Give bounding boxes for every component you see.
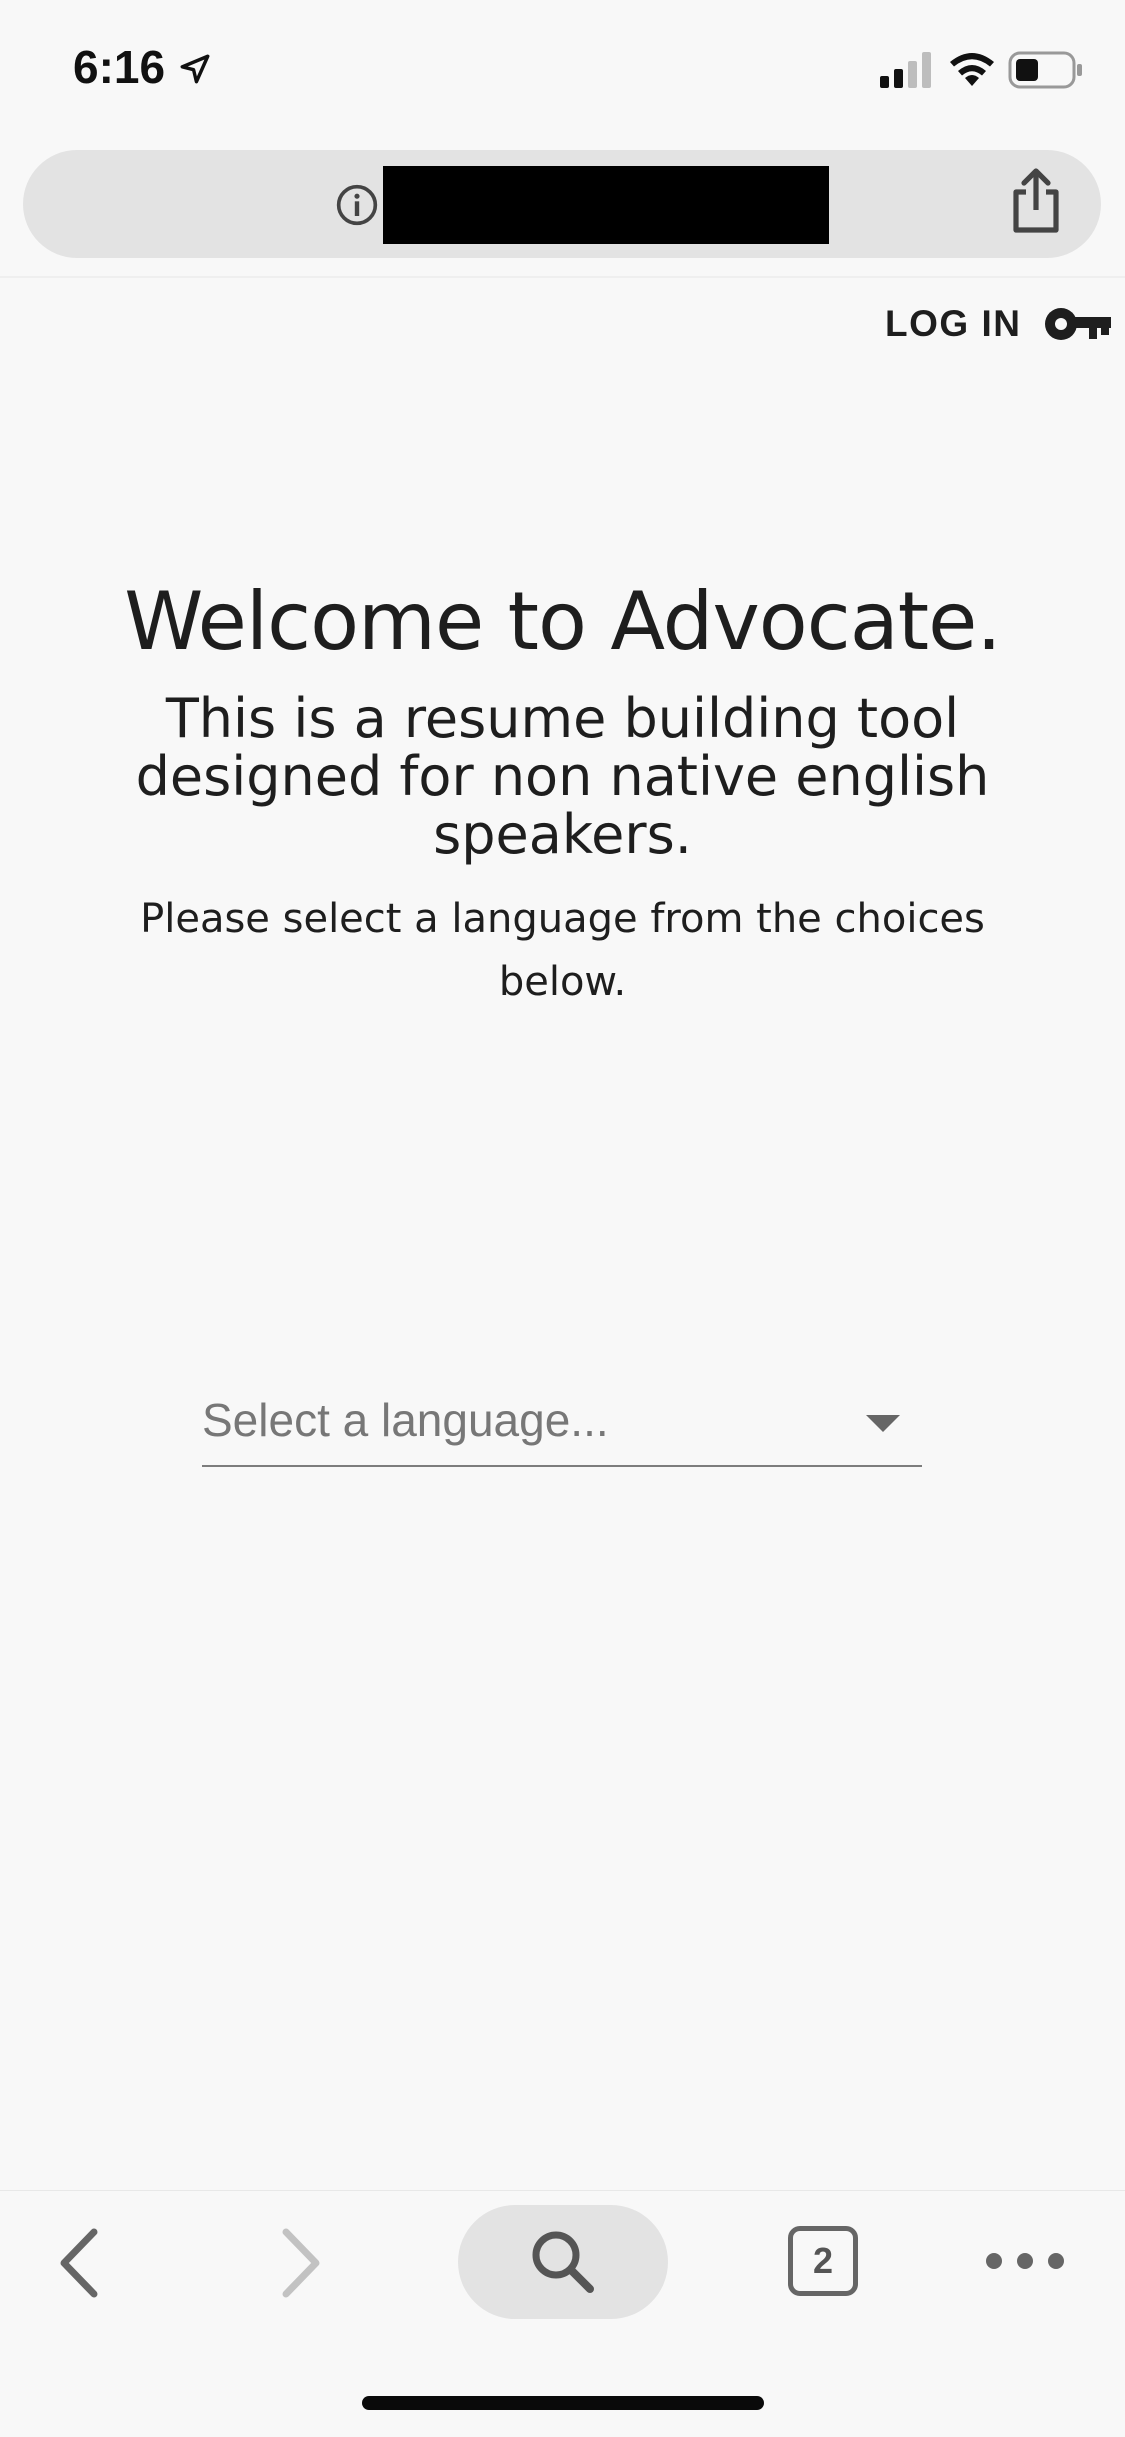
location-arrow-icon xyxy=(180,54,210,84)
instructions-text: Please select a language from the choice… xyxy=(140,896,985,1005)
cellular-signal-icon xyxy=(880,52,931,88)
search-icon xyxy=(532,2231,594,2293)
key-icon xyxy=(1045,308,1112,340)
page-subtitle: This is a resume building tool designed … xyxy=(135,687,990,866)
status-bar: 6:16 xyxy=(0,0,1125,140)
status-time: 6:16 xyxy=(73,41,166,93)
back-button[interactable] xyxy=(50,2218,110,2308)
more-button[interactable] xyxy=(982,2245,1068,2277)
forward-button[interactable] xyxy=(270,2218,330,2308)
wifi-icon xyxy=(950,53,994,86)
language-select-placeholder: Select a language... xyxy=(202,1394,609,1446)
login-label: LOG IN xyxy=(885,303,1022,344)
language-select[interactable]: Select a language... xyxy=(202,1385,922,1467)
tabs-button[interactable]: 2 xyxy=(788,2226,858,2296)
home-indicator xyxy=(362,2396,764,2410)
battery-icon xyxy=(1008,51,1082,89)
share-icon[interactable] xyxy=(1008,168,1064,234)
page-title: Welcome to Advocate. xyxy=(124,575,1002,668)
info-icon[interactable] xyxy=(335,183,379,227)
url-text-redacted[interactable] xyxy=(383,166,829,244)
chevron-down-icon xyxy=(866,1415,900,1432)
page-divider xyxy=(0,276,1125,278)
login-link[interactable]: LOG IN xyxy=(885,302,1112,346)
search-button[interactable] xyxy=(458,2205,668,2319)
